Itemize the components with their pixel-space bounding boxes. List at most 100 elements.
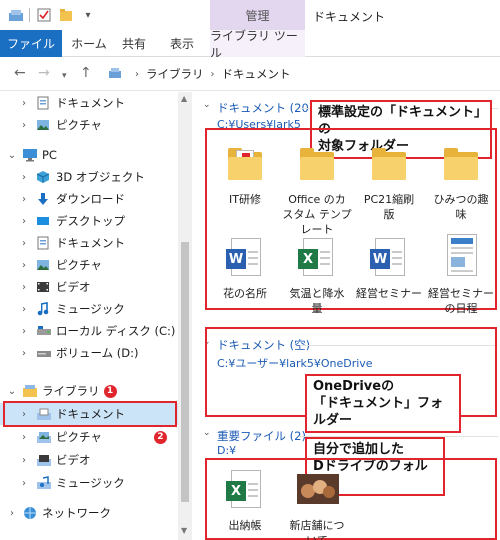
tab-home[interactable]: ホーム <box>64 30 114 57</box>
nav-item-label: ミュージック <box>56 476 125 490</box>
nav-item-label: ビデオ <box>56 453 91 467</box>
nav-item-library-music[interactable]: › ミュージック <box>0 472 178 494</box>
nav-item-local-disk-c[interactable]: › ローカル ディスク (C:) <box>0 320 178 342</box>
ribbon-tabs: ファイル ホーム 共有 表示 ライブラリ ツール <box>0 29 500 60</box>
word-document-icon: W <box>225 234 265 280</box>
recent-locations-chevron-icon[interactable]: ▾ <box>62 69 67 83</box>
expand-chevron-icon[interactable]: › <box>18 432 30 443</box>
tab-share[interactable]: 共有 <box>114 30 154 57</box>
group-header[interactable]: ドキュメント (20) <box>217 100 313 116</box>
collapse-chevron-icon[interactable]: ⌄ <box>6 386 18 397</box>
nav-item-label: ドキュメント <box>56 236 125 250</box>
folder-item[interactable]: ひみつの趣 味 <box>424 140 498 222</box>
nav-item-pc[interactable]: ⌄ PC <box>0 144 178 166</box>
properties-icon[interactable] <box>36 7 52 23</box>
expand-chevron-icon[interactable]: › <box>6 508 18 519</box>
nav-item-library-pictures[interactable]: › ピクチャ 2 <box>0 426 178 448</box>
tab-library-tools[interactable]: ライブラリ ツール <box>210 29 305 60</box>
expand-chevron-icon[interactable]: › <box>18 216 30 227</box>
breadcrumb-library[interactable]: ライブラリ <box>146 66 204 82</box>
nav-item-libraries[interactable]: ⌄ ライブラリ 1 <box>0 380 178 402</box>
nav-item-music-pc[interactable]: › ミュージック <box>0 298 178 320</box>
word-file-item[interactable]: W 経営セミナー <box>352 234 426 301</box>
nav-item-desktop[interactable]: › デスクトップ <box>0 210 178 232</box>
expand-chevron-icon[interactable]: › <box>18 348 30 359</box>
nav-item-label: ビデオ <box>56 280 91 294</box>
forward-arrow-icon[interactable]: → <box>38 66 50 80</box>
tab-file[interactable]: ファイル <box>0 30 62 57</box>
group-collapse-chevron-icon[interactable]: ⌄ <box>203 100 211 110</box>
expand-chevron-icon[interactable]: › <box>18 238 30 249</box>
annotation-badge-1: 1 <box>103 384 117 398</box>
word-file-item[interactable]: W 花の名所 <box>208 234 282 301</box>
tab-view[interactable]: 表示 <box>162 30 202 57</box>
folder-item[interactable]: PC21縮刷 版 <box>352 140 426 222</box>
nav-item-documents-pc[interactable]: › ドキュメント <box>0 232 178 254</box>
expand-chevron-icon[interactable]: › <box>18 260 30 271</box>
nav-item-label: デスクトップ <box>56 214 125 228</box>
excel-file-item[interactable]: X 気温と降水 量 <box>280 234 354 316</box>
item-label: Office のカ <box>288 193 346 206</box>
expand-chevron-icon[interactable]: › <box>18 98 30 109</box>
expand-chevron-icon[interactable]: › <box>18 282 30 293</box>
nav-item-videos-pc[interactable]: › ビデオ <box>0 276 178 298</box>
breadcrumb-documents[interactable]: ドキュメント <box>222 66 291 82</box>
nav-item-3d-objects[interactable]: › 3D オブジェクト <box>0 166 178 188</box>
quick-access-dropdown[interactable]: ▾ <box>80 7 96 23</box>
document-thumbnail-icon <box>441 234 481 280</box>
word-file-item[interactable]: 経営セミナー の日程 <box>424 234 498 316</box>
image-file-item[interactable]: 新店舗につ いて <box>280 466 354 540</box>
documents-icon <box>36 236 52 250</box>
callout-text: 「ドキュメント」フォルダー <box>313 396 444 428</box>
nav-item-documents[interactable]: › ドキュメント <box>0 92 178 114</box>
expand-chevron-icon[interactable]: › <box>18 478 30 489</box>
expand-chevron-icon[interactable]: › <box>18 304 30 315</box>
breadcrumb: › ライブラリ › ドキュメント <box>108 66 291 82</box>
up-arrow-icon[interactable]: ↑ <box>80 66 92 80</box>
folder-item[interactable]: Office のカ スタム テンプ レート <box>280 140 354 237</box>
item-label: IT研修 <box>229 193 261 206</box>
music-library-icon <box>36 476 52 490</box>
scroll-up-icon[interactable]: ▲ <box>181 94 187 103</box>
item-label: 気温と降水 <box>289 287 345 300</box>
item-label: 量 <box>311 302 323 315</box>
collapse-chevron-icon[interactable]: ⌄ <box>6 150 18 161</box>
new-folder-icon[interactable] <box>58 7 74 23</box>
expand-chevron-icon[interactable]: › <box>18 194 30 205</box>
nav-item-pictures[interactable]: › ピクチャ <box>0 114 178 136</box>
nav-item-label: PC <box>42 148 57 162</box>
callout-text: 自分で追加した <box>313 442 405 457</box>
expand-chevron-icon[interactable]: › <box>18 326 30 337</box>
nav-item-library-videos[interactable]: › ビデオ <box>0 449 178 471</box>
nav-item-network[interactable]: › ネットワーク <box>0 502 178 524</box>
word-document-icon: W <box>369 234 409 280</box>
video-library-icon <box>36 453 52 467</box>
back-arrow-icon[interactable]: ← <box>14 66 26 80</box>
nav-item-label: ミュージック <box>56 302 125 316</box>
group-path: D:¥ <box>217 444 237 457</box>
explorer-app-icon[interactable] <box>8 7 24 23</box>
nav-item-downloads[interactable]: › ダウンロード <box>0 188 178 210</box>
folder-icon <box>369 140 409 186</box>
folder-item[interactable]: IT研修 <box>208 140 282 207</box>
nav-scrollbar[interactable]: ▲ ▼ <box>178 92 192 540</box>
expand-chevron-icon[interactable]: › <box>18 120 30 131</box>
divider <box>29 8 30 22</box>
expand-chevron-icon[interactable]: › <box>18 455 30 466</box>
scroll-down-icon[interactable]: ▼ <box>181 526 187 535</box>
item-label: PC21縮刷 <box>363 193 415 206</box>
group-header[interactable]: 重要ファイル (2) <box>217 428 306 444</box>
highlight-box <box>3 401 177 427</box>
excel-file-item[interactable]: X 出納帳 <box>208 466 282 533</box>
folder-icon <box>225 140 265 186</box>
item-label: 味 <box>455 208 467 221</box>
scrollbar-thumb[interactable] <box>181 242 189 502</box>
item-label: スタム テンプ <box>282 208 352 221</box>
nav-item-label: 3D オブジェクト <box>56 170 145 184</box>
nav-item-pictures-pc[interactable]: › ピクチャ <box>0 254 178 276</box>
manage-contextual-tab-header: 管理 <box>210 0 305 30</box>
expand-chevron-icon[interactable]: › <box>18 172 30 183</box>
group-collapse-chevron-icon[interactable]: ⌄ <box>203 428 211 438</box>
library-breadcrumb-icon <box>108 67 122 82</box>
nav-item-volume-d[interactable]: › ボリューム (D:) <box>0 342 178 364</box>
